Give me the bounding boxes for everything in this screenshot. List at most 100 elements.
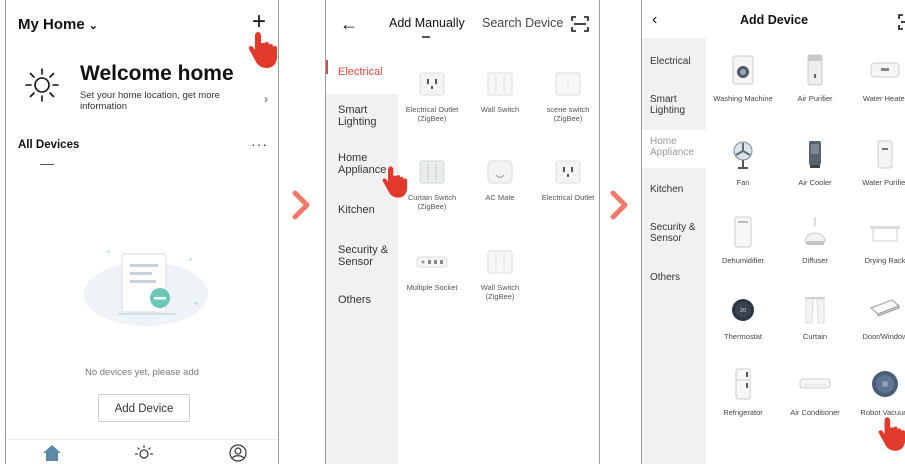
device-tile[interactable]: Dehumidifier [706,216,780,265]
sidebar-item-electrical[interactable]: Electrical [650,56,706,67]
fan-icon [733,141,753,169]
device-label: Water Heater [862,94,905,103]
device-tile[interactable]: Air Cooler [778,140,852,187]
back-arrow-icon[interactable]: ← [340,14,358,35]
svg-text:20: 20 [740,308,746,314]
category-sidebar: Electrical Smart Lighting Home Appliance… [326,48,398,464]
device-tile[interactable]: Diffuser [778,216,852,265]
scene-switch-icon [555,72,581,96]
add-device-screen: ‹ Add Device Electrical Smart Lighting H… [641,0,905,464]
home-icon[interactable] [42,444,62,462]
sidebar-item-smart-lighting[interactable]: Smart Lighting [338,104,396,128]
outlet-icon [555,160,581,184]
add-device-button[interactable]: Add Device [98,394,190,422]
device-label: Multiple Socket [406,283,458,292]
device-label: Dehumidifier [721,256,765,265]
scan-icon[interactable] [571,16,589,32]
home-selector[interactable]: My Home ⌄ [18,16,98,33]
device-tile[interactable]: scene switch (ZigBee) [534,72,599,123]
device-label: Refrigerator [723,408,763,417]
device-label: scene switch (ZigBee) [546,105,590,123]
device-label: Wall Switch [480,105,520,114]
device-tile[interactable]: Multiple Socket [398,250,466,292]
device-tile[interactable]: Wall Switch [466,72,534,114]
device-tile[interactable]: Refrigerator [706,368,780,417]
device-label: Air Conditioner [790,408,840,417]
sidebar-item-kitchen[interactable]: Kitchen [650,184,706,195]
device-tile[interactable]: Wall Switch (ZigBee) [466,250,534,301]
device-tile[interactable]: Water Heater [848,54,905,103]
device-tile[interactable]: Washing Machine [706,54,780,103]
air-conditioner-icon [799,378,831,389]
chevron-right-icon: › [264,92,268,106]
device-tile[interactable]: Curtain Switch (ZigBee) [398,160,466,211]
sidebar-item-electrical[interactable]: Electrical [338,66,396,78]
device-label: Curtain Switch (ZigBee) [407,193,457,211]
robot-vacuum-icon [872,371,898,397]
air-cooler-icon [809,141,821,168]
washing-machine-icon [732,55,754,85]
svg-text:+: + [106,247,111,256]
welcome-card[interactable]: Welcome home Set your home location, get… [18,62,270,114]
device-label: Wall Switch (ZigBee) [480,283,520,301]
device-label: Electrical Outlet (ZigBee) [405,105,459,123]
device-label: Door/Window [862,332,905,341]
sidebar-item-others[interactable]: Others [650,272,706,283]
user-icon[interactable] [228,444,248,462]
tab-indicator [422,36,430,38]
water-heater-icon [870,62,900,78]
selected-category-indicator [326,60,328,74]
device-label: Air Purifier [797,94,833,103]
device-label: Curtain [802,332,828,341]
dehumidifier-icon [734,216,752,248]
tab-search-device[interactable]: Search Device [482,16,563,30]
device-label: Fan [736,178,750,187]
page-title: Add Device [739,13,809,27]
sun-icon[interactable] [134,444,154,462]
device-tile[interactable]: AC Mate [466,160,534,202]
welcome-title: Welcome home [80,62,234,85]
device-tile[interactable]: Water Purifier [848,140,905,187]
water-purifier-icon [877,140,893,169]
more-dots-icon[interactable]: ··· [251,136,268,152]
door-window-icon [870,299,900,317]
sun-icon [25,68,59,102]
device-tile[interactable]: 20 Thermostat [706,296,780,341]
device-tile[interactable]: Air Purifier [778,54,852,103]
hand-pointer-icon [878,417,905,451]
device-tile[interactable]: Drying Rack [848,216,905,265]
device-tile[interactable]: Curtain [778,296,852,341]
drying-rack-icon [870,226,900,242]
flow-arrow-icon [292,190,310,220]
device-label: AC Mate [485,193,515,202]
category-sidebar: Electrical Smart Lighting Home Appliance… [642,38,706,464]
home-title: My Home [18,16,85,33]
home-header: My Home ⌄ + [18,10,270,40]
sidebar-item-others[interactable]: Others [338,294,396,306]
section-title: All Devices [18,139,80,151]
device-tile[interactable]: Robot Vacuum [848,368,905,417]
device-label: Diffuser [802,256,828,265]
wall-switch-icon [487,250,513,274]
tab-add-manually[interactable]: Add Manually [389,16,465,30]
sidebar-item-kitchen[interactable]: Kitchen [338,204,396,216]
scan-icon[interactable] [898,14,905,30]
device-tile[interactable]: Air Conditioner [778,368,852,417]
device-tile[interactable]: Fan [706,140,780,187]
device-label: Drying Rack [864,256,905,265]
sidebar-item-security-sensor[interactable]: Security & Sensor [650,222,706,244]
sidebar-item-home-appliance[interactable]: Home Appliance [650,136,706,158]
sidebar-item-smart-lighting[interactable]: Smart Lighting [650,94,706,116]
device-tile[interactable]: Electrical Outlet [534,160,599,202]
curtain-switch-icon [419,160,445,184]
sidebar-item-security-sensor[interactable]: Security & Sensor [338,244,396,268]
chevron-down-icon: ⌄ [88,20,98,32]
diffuser-icon [804,217,826,245]
multiple-socket-icon [416,256,448,268]
wall-switch-icon [487,72,513,96]
tab-indicator [40,164,54,165]
empty-state-text: No devices yet, please add [84,367,200,378]
device-tile[interactable]: Door/Window [848,296,905,341]
svg-text:+: + [194,299,199,308]
device-tile[interactable]: Electrical Outlet (ZigBee) [398,72,466,123]
